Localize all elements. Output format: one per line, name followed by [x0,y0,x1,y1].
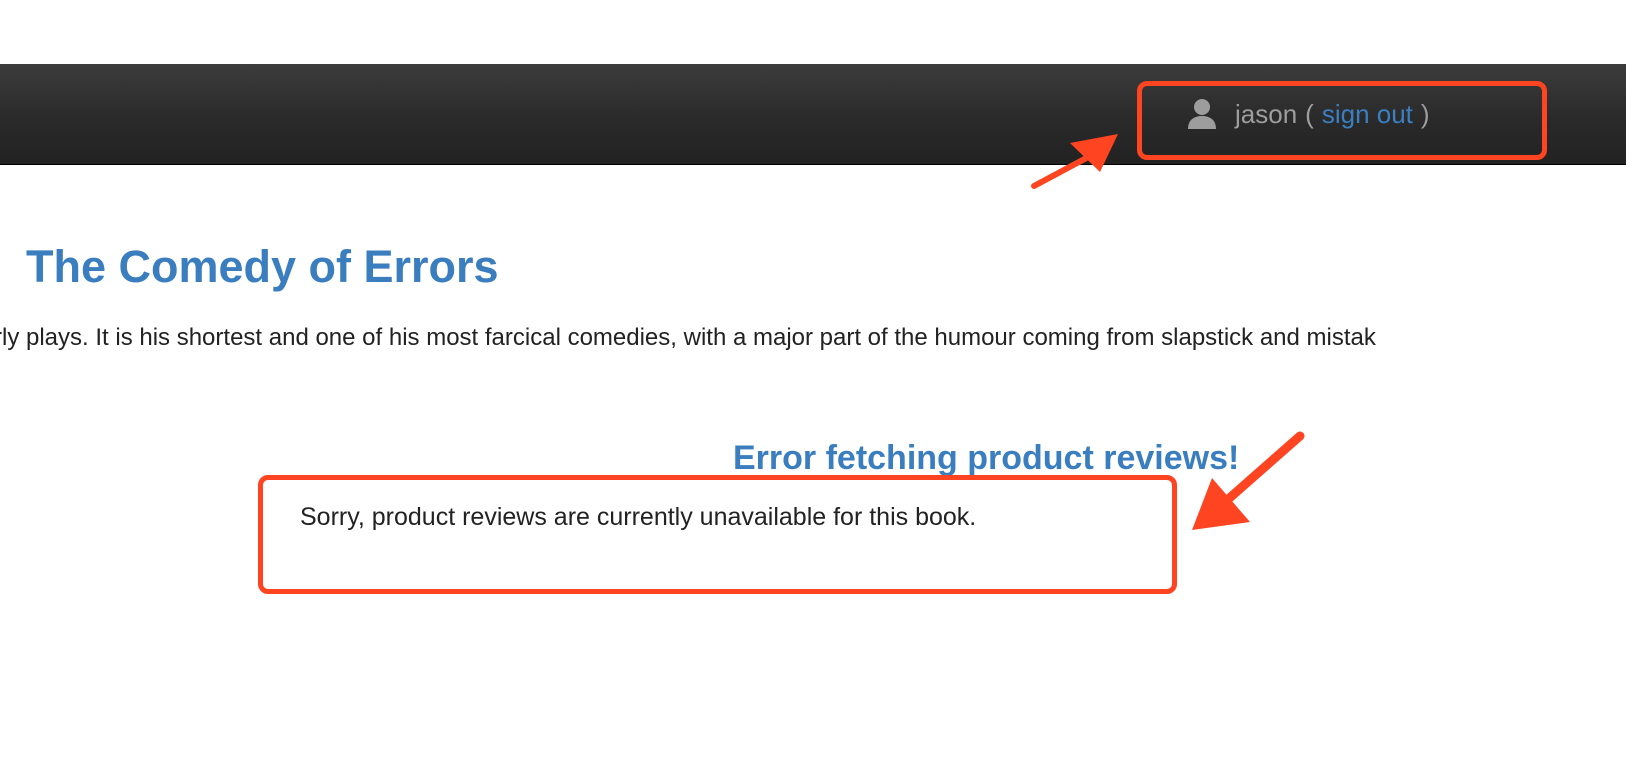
top-navbar: jason ( sign out ) [0,64,1626,165]
user-icon [1187,98,1217,130]
page: jason ( sign out ) The Comedy of Errors … [0,0,1626,778]
user-menu: jason ( sign out ) [1187,94,1430,134]
product-title: The Comedy of Errors [26,241,499,292]
open-paren: ( [1305,98,1314,129]
close-paren: ) [1420,98,1430,129]
reviews-error-message: Sorry, product reviews are currently una… [300,503,977,531]
username: jason [1235,98,1298,129]
product-summary: rly plays. It is his shortest and one of… [0,324,1376,351]
sign-out-link[interactable]: sign out [1322,99,1413,130]
reviews-error-heading: Error fetching product reviews! [733,439,1240,477]
annotation-box-error [258,475,1177,594]
